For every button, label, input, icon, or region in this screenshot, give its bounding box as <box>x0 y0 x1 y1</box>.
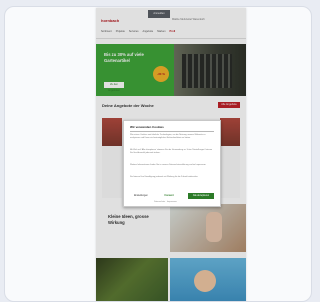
cookie-text: Sie können Ihre Einwilligung jederzeit m… <box>130 176 199 178</box>
cookie-footer-links[interactable]: Datenschutz · Impressum <box>154 201 177 203</box>
cookie-consent-dialog: Wir verwenden Cookies Wir nutzen Cookies… <box>123 120 221 207</box>
cookie-text: Mit Klick auf 'Alle akzeptieren' stimmen… <box>130 149 213 154</box>
consent-provider-logo: Consent <box>164 195 174 197</box>
cookie-dialog-title: Wir verwenden Cookies <box>130 125 164 129</box>
mobile-viewport[interactable]: hornbach Anmelden Märkte Merkzettel Ware… <box>96 8 246 301</box>
screenshot-card: hornbach Anmelden Märkte Merkzettel Ware… <box>4 6 312 302</box>
cookie-settings-button[interactable]: Einstellungen <box>130 193 152 199</box>
cookie-text: Weitere Informationen finden Sie in unse… <box>130 164 207 166</box>
accept-all-button[interactable]: Alle akzeptieren <box>188 193 214 199</box>
cookie-text: Wir nutzen Cookies und ähnliche Technolo… <box>130 134 206 139</box>
dialog-divider <box>130 131 214 132</box>
